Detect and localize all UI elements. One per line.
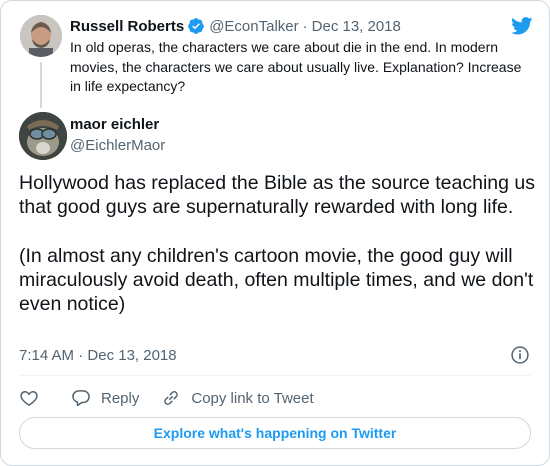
copy-link-button[interactable]: Copy link to Tweet [161, 388, 314, 408]
parent-tweet-header: Russell Roberts @EconTalker · Dec 13, 20… [70, 16, 401, 36]
speech-bubble-icon [72, 390, 90, 407]
author-avatar-portrait [19, 112, 67, 160]
tweet-time[interactable]: 7:14 AM [19, 347, 74, 364]
explore-button[interactable]: Explore what's happening on Twitter [19, 417, 531, 449]
divider [19, 375, 531, 376]
parent-tweet[interactable]: Russell Roberts @EconTalker · Dec 13, 20… [19, 13, 534, 115]
parent-author-avatar[interactable] [20, 15, 62, 57]
separator-dot: · [78, 347, 84, 364]
separator-dot: · [302, 17, 308, 35]
parent-avatar-portrait [20, 15, 62, 57]
thread-connector [40, 62, 42, 108]
author-handle[interactable]: @EichlerMaor [70, 137, 165, 154]
tweet-author: maor eichler @EichlerMaor [19, 112, 419, 160]
tweet-date[interactable]: Dec 13, 2018 [87, 347, 176, 364]
info-icon[interactable] [510, 345, 530, 365]
parent-tweet-date[interactable]: Dec 13, 2018 [312, 18, 401, 35]
tweet-embed-card: Russell Roberts @EconTalker · Dec 13, 20… [0, 0, 550, 466]
like-button[interactable] [19, 388, 39, 408]
author-avatar[interactable] [19, 112, 67, 160]
reply-label[interactable]: Reply [101, 390, 139, 407]
tweet-text: Hollywood has replaced the Bible as the … [19, 172, 535, 316]
heart-icon [20, 391, 38, 406]
tweet-actions: Reply Copy link to Tweet [19, 386, 314, 410]
parent-author-handle[interactable]: @EconTalker [209, 18, 298, 35]
explore-button-label[interactable]: Explore what's happening on Twitter [154, 425, 397, 441]
tweet-timestamp[interactable]: 7:14 AM · Dec 13, 2018 [19, 347, 177, 364]
parent-author-name[interactable]: Russell Roberts [70, 18, 184, 35]
copy-link-label[interactable]: Copy link to Tweet [191, 390, 313, 407]
reply-button[interactable]: Reply [71, 388, 139, 408]
link-icon [164, 391, 179, 405]
author-name[interactable]: maor eichler [70, 116, 159, 133]
parent-tweet-text: In old operas, the characters we care ab… [70, 39, 522, 94]
verified-badge-icon [188, 18, 205, 34]
